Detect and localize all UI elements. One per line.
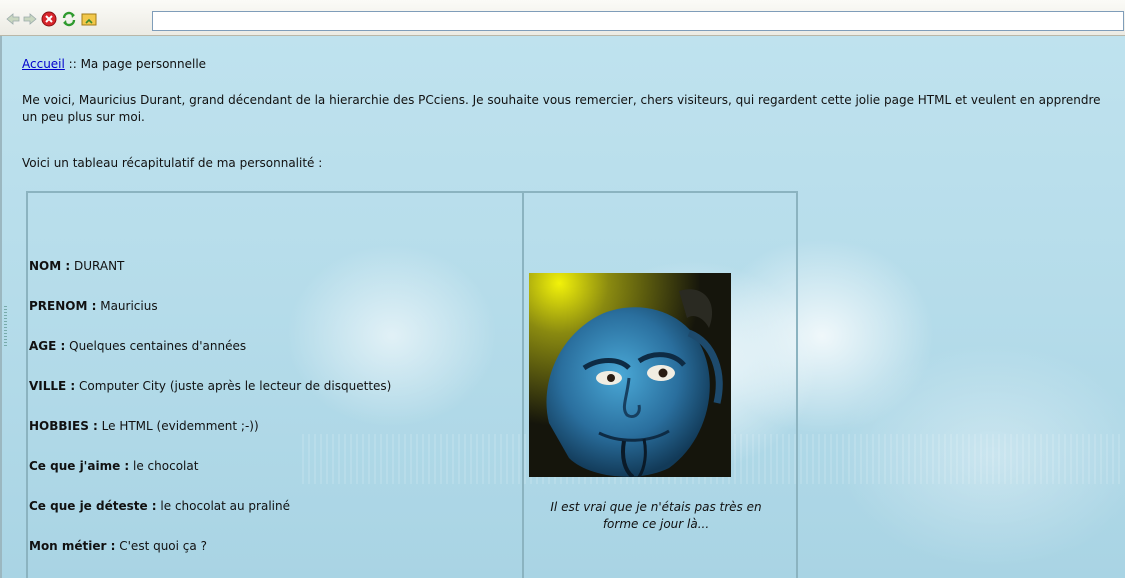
- field-value: Computer City (juste après le lecteur de…: [75, 379, 392, 393]
- field-label: Ce que je déteste :: [29, 499, 157, 513]
- profile-table: NOM : DURANT PRENOM : Mauricius AGE : Qu…: [26, 191, 798, 578]
- stop-icon[interactable]: [40, 10, 58, 28]
- portrait-image: [529, 273, 731, 477]
- field-value: le chocolat au praliné: [156, 499, 290, 513]
- forward-arrow-icon[interactable]: [21, 10, 39, 28]
- breadcrumb-home-link[interactable]: Accueil: [22, 57, 65, 71]
- breadcrumb-separator: ::: [64, 57, 81, 71]
- field-label: VILLE :: [29, 379, 76, 393]
- field-dislikes: Ce que je déteste : le chocolat au prali…: [29, 499, 290, 513]
- field-label: NOM :: [29, 259, 71, 273]
- refresh-icon[interactable]: [60, 10, 78, 28]
- address-bar[interactable]: [152, 11, 1124, 31]
- field-age: AGE : Quelques centaines d'années: [29, 339, 246, 353]
- portrait-caption: Il est vrai que je n'étais pas très en f…: [526, 499, 786, 533]
- field-label: AGE :: [29, 339, 66, 353]
- browser-toolbar: [0, 0, 1125, 36]
- page-content: Accueil :: Ma page personnelle Me voici,…: [0, 36, 1125, 578]
- field-label: PRENOM :: [29, 299, 97, 313]
- field-value: C'est quoi ça ?: [115, 539, 207, 553]
- field-job: Mon métier : C'est quoi ça ?: [29, 539, 207, 553]
- field-prenom: PRENOM : Mauricius: [29, 299, 158, 313]
- breadcrumb-current: Ma page personnelle: [80, 57, 207, 71]
- field-value: DURANT: [70, 259, 125, 273]
- field-hobbies: HOBBIES : Le HTML (evidemment ;-)): [29, 419, 259, 433]
- portrait-cell: Il est vrai que je n'étais pas très en f…: [526, 193, 796, 578]
- field-ville: VILLE : Computer City (juste après le le…: [29, 379, 391, 393]
- field-value: le chocolat: [129, 459, 199, 473]
- field-value: Quelques centaines d'années: [65, 339, 247, 353]
- summary-text: Voici un tableau récapitulatif de ma per…: [22, 156, 323, 170]
- intro-paragraph: Me voici, Mauricius Durant, grand décend…: [22, 93, 1101, 124]
- caption-line: Il est vrai que je n'étais pas très en: [550, 500, 762, 514]
- field-label: Mon métier :: [29, 539, 116, 553]
- resize-grip[interactable]: [4, 306, 7, 346]
- field-value: Mauricius: [96, 299, 158, 313]
- back-arrow-icon[interactable]: [4, 10, 22, 28]
- breadcrumb: Accueil :: Ma page personnelle: [22, 56, 206, 73]
- field-nom: NOM : DURANT: [29, 259, 124, 273]
- field-likes: Ce que j'aime : le chocolat: [29, 459, 198, 473]
- caption-line: forme ce jour là...: [602, 517, 710, 531]
- home-folder-icon[interactable]: [80, 10, 98, 28]
- field-value: Le HTML (evidemment ;-)): [97, 419, 259, 433]
- field-label: HOBBIES :: [29, 419, 98, 433]
- field-label: Ce que j'aime :: [29, 459, 130, 473]
- profile-details-cell: NOM : DURANT PRENOM : Mauricius AGE : Qu…: [28, 193, 524, 578]
